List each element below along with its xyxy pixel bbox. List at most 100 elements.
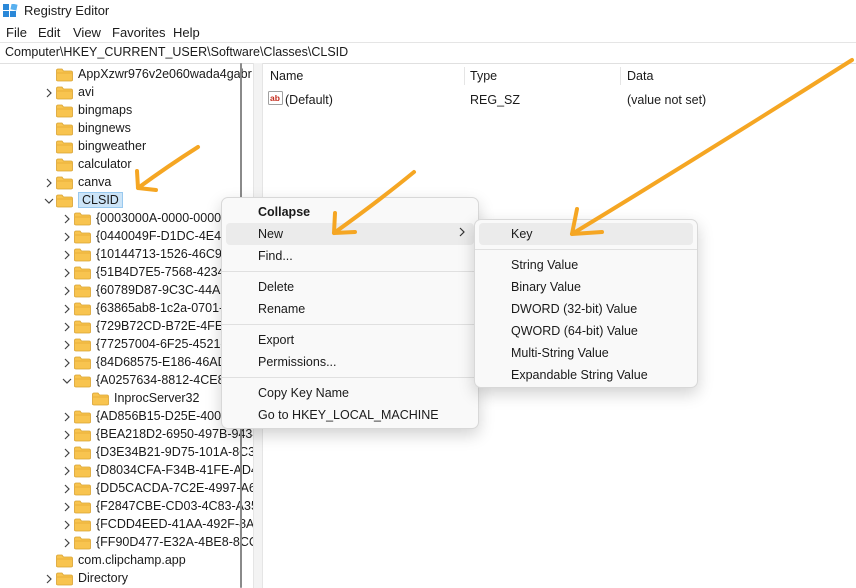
tree-node-label: {10144713-1526-46C9-88	[96, 247, 240, 261]
menu-item-copy-key-name[interactable]: Copy Key Name	[226, 382, 474, 404]
chevron-right-icon[interactable]	[44, 84, 54, 102]
tree-node[interactable]: {FF90D477-E32A-4BE8-8CCS	[0, 534, 253, 552]
column-header-name[interactable]: Name	[270, 69, 303, 83]
chevron-right-icon[interactable]	[62, 354, 72, 372]
tree-node[interactable]: {BEA218D2-6950-497B-9434	[0, 426, 253, 444]
tree-node[interactable]: {F2847CBE-CD03-4C83-A35	[0, 498, 253, 516]
folder-icon	[74, 230, 91, 247]
tree-node-label: {60789D87-9C3C-44AF-I	[96, 283, 236, 297]
menu-edit[interactable]: Edit	[38, 25, 60, 40]
column-header-type[interactable]: Type	[470, 69, 497, 83]
folder-icon	[56, 104, 73, 121]
chevron-down-icon[interactable]	[62, 372, 72, 390]
tree-node[interactable]: {10144713-1526-46C9-88	[0, 246, 253, 264]
tree-node[interactable]: AppXzwr976v2e060wada4gabr	[0, 66, 253, 84]
chevron-right-icon[interactable]	[62, 318, 72, 336]
tree-node[interactable]: bingnews	[0, 120, 253, 138]
chevron-right-icon[interactable]	[62, 534, 72, 552]
chevron-right-icon[interactable]	[62, 336, 72, 354]
folder-icon	[56, 572, 73, 588]
tree-node[interactable]: {84D68575-E186-46AD-E	[0, 354, 253, 372]
submenu-item-key[interactable]: Key	[479, 223, 693, 245]
address-path[interactable]: Computer\HKEY_CURRENT_USER\Software\Clas…	[5, 45, 348, 59]
tree-node[interactable]: canva	[0, 174, 253, 192]
tree-node[interactable]: {AD856B15-D25E-4008-A	[0, 408, 253, 426]
chevron-right-icon[interactable]	[62, 282, 72, 300]
chevron-right-icon[interactable]	[44, 174, 54, 192]
tree-node-label: {DD5CACDA-7C2E-4997-A6	[96, 481, 253, 495]
folder-icon	[74, 464, 91, 481]
chevron-right-icon[interactable]	[62, 264, 72, 282]
chevron-right-icon[interactable]	[62, 408, 72, 426]
tree-node-label: bingmaps	[78, 103, 133, 117]
menu-item-export[interactable]: Export	[226, 329, 474, 351]
tree-node[interactable]: {D8034CFA-F34B-41FE-AD4	[0, 462, 253, 480]
address-bar[interactable]: Computer\HKEY_CURRENT_USER\Software\Clas…	[0, 42, 856, 64]
tree-node[interactable]: com.clipchamp.app	[0, 552, 253, 570]
tree-node[interactable]: {60789D87-9C3C-44AF-I	[0, 282, 253, 300]
chevron-right-icon[interactable]	[62, 300, 72, 318]
menu-file[interactable]: File	[6, 25, 27, 40]
column-divider[interactable]	[620, 67, 621, 85]
tree-node[interactable]: bingweather	[0, 138, 253, 156]
chevron-right-icon[interactable]	[62, 444, 72, 462]
tree-node[interactable]: bingmaps	[0, 102, 253, 120]
folder-icon	[74, 338, 91, 355]
tree-node[interactable]: {0440049F-D1DC-4E46-E	[0, 228, 253, 246]
tree-node[interactable]: {DD5CACDA-7C2E-4997-A6	[0, 480, 253, 498]
menu-item-find[interactable]: Find...	[226, 245, 474, 267]
column-header-data[interactable]: Data	[627, 69, 653, 83]
submenu-item-dword-value[interactable]: DWORD (32-bit) Value	[479, 298, 693, 320]
value-row[interactable]: ab (Default) REG_SZ (value not set)	[262, 90, 856, 110]
chevron-right-icon[interactable]	[62, 426, 72, 444]
tree-node[interactable]: {0003000A-0000-0000-C	[0, 210, 253, 228]
tree-node[interactable]: {63865ab8-1c2a-0701-26	[0, 300, 253, 318]
tree-node[interactable]: calculator	[0, 156, 253, 174]
chevron-right-icon[interactable]	[62, 210, 72, 228]
tree-node[interactable]: {77257004-6F25-4521-B6	[0, 336, 253, 354]
tree-node[interactable]: {FCDD4EED-41AA-492F-8A8	[0, 516, 253, 534]
chevron-right-icon[interactable]	[62, 480, 72, 498]
tree-node[interactable]: {51B4D7E5-7568-4234-B	[0, 264, 253, 282]
menu-item-new[interactable]: New	[226, 223, 474, 245]
chevron-right-icon[interactable]	[62, 228, 72, 246]
chevron-right-icon[interactable]	[62, 516, 72, 534]
chevron-right-icon[interactable]	[44, 570, 54, 588]
menu-item-delete[interactable]: Delete	[226, 276, 474, 298]
chevron-right-icon[interactable]	[62, 246, 72, 264]
tree-node-label: bingnews	[78, 121, 131, 135]
menu-item-go-to-hklm[interactable]: Go to HKEY_LOCAL_MACHINE	[226, 404, 474, 426]
folder-icon	[74, 320, 91, 337]
tree-node[interactable]: {729B72CD-B72E-4FE9-E	[0, 318, 253, 336]
folder-icon	[56, 194, 73, 211]
submenu-item-qword-value[interactable]: QWORD (64-bit) Value	[479, 320, 693, 342]
tree-node[interactable]: Directory	[0, 570, 253, 588]
tree-node[interactable]: {A0257634-8812-4CE8-A	[0, 372, 253, 390]
menu-item-rename[interactable]: Rename	[226, 298, 474, 320]
chevron-right-icon[interactable]	[62, 462, 72, 480]
folder-icon	[74, 446, 91, 463]
submenu-item-string-value[interactable]: String Value	[479, 254, 693, 276]
svg-text:ab: ab	[270, 93, 280, 103]
tree-node[interactable]: avi	[0, 84, 253, 102]
tree-node[interactable]: {D3E34B21-9D75-101A-8C3I	[0, 444, 253, 462]
menu-view[interactable]: View	[73, 25, 101, 40]
folder-icon	[92, 392, 109, 409]
menu-item-collapse[interactable]: Collapse	[226, 201, 474, 223]
menu-item-permissions[interactable]: Permissions...	[226, 351, 474, 373]
chevron-down-icon[interactable]	[44, 192, 54, 210]
registry-tree[interactable]: AppXzwr976v2e060wada4gabr avi bingmaps bing…	[0, 63, 253, 588]
column-divider[interactable]	[464, 67, 465, 85]
tree-node-selected[interactable]: CLSID	[0, 192, 253, 210]
tree-node-label: bingweather	[78, 139, 147, 153]
menu-help[interactable]: Help	[173, 25, 200, 40]
submenu-item-binary-value[interactable]: Binary Value	[479, 276, 693, 298]
tree-node-label: AppXzwr976v2e060wada4gabr	[78, 67, 252, 81]
submenu-item-multi-string-value[interactable]: Multi-String Value	[479, 342, 693, 364]
menu-favorites[interactable]: Favorites	[112, 25, 165, 40]
tree-node-label: {F2847CBE-CD03-4C83-A35	[96, 499, 253, 513]
submenu-item-expandable-string-value[interactable]: Expandable String Value	[479, 364, 693, 386]
chevron-right-icon[interactable]	[62, 498, 72, 516]
tree-node[interactable]: InprocServer32	[0, 390, 253, 408]
tree-node-label: Directory	[78, 571, 129, 585]
